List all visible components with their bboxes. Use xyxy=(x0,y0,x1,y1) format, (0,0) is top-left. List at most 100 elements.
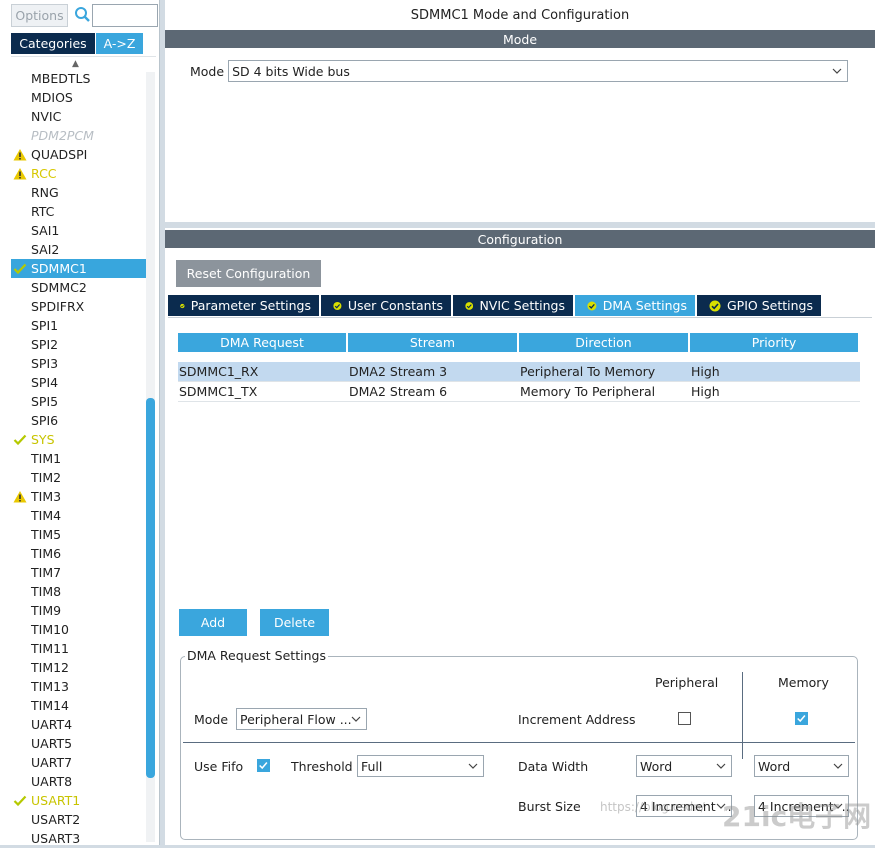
tab-divider xyxy=(168,317,872,318)
peripheral-item[interactable]: TIM5 xyxy=(11,525,146,544)
use-fifo-checkbox[interactable] xyxy=(257,759,270,772)
peripheral-item-label: RTC xyxy=(31,204,55,219)
peripheral-item[interactable]: TIM10 xyxy=(11,620,146,639)
peripheral-item[interactable]: TIM6 xyxy=(11,544,146,563)
peripheral-item[interactable]: QUADSPI xyxy=(11,145,146,164)
peripheral-item[interactable]: TIM1 xyxy=(11,449,146,468)
peripheral-item[interactable]: TIM2 xyxy=(11,468,146,487)
tab-nvic-settings[interactable]: NVIC Settings xyxy=(453,295,573,316)
peripheral-item[interactable]: TIM13 xyxy=(11,677,146,696)
column-header-stream[interactable]: Stream xyxy=(348,333,517,352)
check-circle-icon xyxy=(709,300,721,311)
peripheral-item[interactable]: USART3 xyxy=(11,829,146,848)
peripheral-item[interactable]: UART8 xyxy=(11,772,146,791)
tab-parameter-settings[interactable]: Parameter Settings xyxy=(168,295,319,316)
peripheral-item[interactable]: TIM4 xyxy=(11,506,146,525)
column-divider xyxy=(742,672,743,759)
peripheral-item[interactable]: TIM14 xyxy=(11,696,146,715)
peripheral-item[interactable]: USART2 xyxy=(11,810,146,829)
peripheral-item-label: UART4 xyxy=(31,717,73,732)
peripheral-item-label: SYS xyxy=(31,432,55,447)
tab-gpio-settings[interactable]: GPIO Settings xyxy=(697,295,821,316)
peripheral-item[interactable]: TIM8 xyxy=(11,582,146,601)
peripheral-item[interactable]: SAI1 xyxy=(11,221,146,240)
scroll-up-arrow-icon[interactable]: ▲ xyxy=(72,59,79,69)
peripheral-item-label: SPI4 xyxy=(31,375,59,390)
peripheral-item[interactable]: NVIC xyxy=(11,107,146,126)
table-row[interactable]: SDMMC1_RX DMA2 Stream 3 Peripheral To Me… xyxy=(178,362,860,382)
peripheral-item[interactable]: SPDIFRX xyxy=(11,297,146,316)
increment-peripheral-checkbox[interactable] xyxy=(678,712,691,725)
peripheral-item-label: SAI2 xyxy=(31,242,60,257)
mode-select[interactable]: SD 4 bits Wide bus xyxy=(228,60,849,82)
peripheral-item[interactable]: UART5 xyxy=(11,734,146,753)
peripheral-item[interactable]: SPI4 xyxy=(11,373,146,392)
peripheral-item[interactable]: SAI2 xyxy=(11,240,146,259)
peripheral-item[interactable]: SPI2 xyxy=(11,335,146,354)
tab-categories[interactable]: Categories xyxy=(11,33,95,54)
request-mode-value: Peripheral Flow ... xyxy=(240,711,352,727)
threshold-select[interactable]: Full xyxy=(357,755,484,777)
reset-configuration-button[interactable]: Reset Configuration xyxy=(176,260,321,287)
peripheral-item[interactable]: UART7 xyxy=(11,753,146,772)
column-header-request[interactable]: DMA Request xyxy=(178,333,346,352)
peripheral-item[interactable]: RCC xyxy=(11,164,146,183)
search-input[interactable] xyxy=(92,4,158,27)
peripheral-item[interactable]: SYS xyxy=(11,430,146,449)
peripheral-item[interactable]: SDMMC1 xyxy=(11,259,146,278)
table-row[interactable]: SDMMC1_TX DMA2 Stream 6 Memory To Periph… xyxy=(178,382,860,402)
chevron-down-icon xyxy=(832,68,842,74)
search-icon[interactable] xyxy=(73,5,91,25)
mode-row: Mode SD 4 bits Wide bus xyxy=(190,60,849,82)
column-header-priority[interactable]: Priority xyxy=(690,333,858,352)
peripheral-item[interactable]: USART1 xyxy=(11,791,146,810)
threshold-value: Full xyxy=(361,758,383,774)
tab-a-z[interactable]: A->Z xyxy=(96,33,143,54)
mode-label: Mode xyxy=(190,63,225,79)
request-mode-label: Mode xyxy=(194,712,229,727)
peripheral-item[interactable]: SPI5 xyxy=(11,392,146,411)
peripheral-item[interactable]: TIM3 xyxy=(11,487,146,506)
peripheral-item-label: USART1 xyxy=(31,793,81,808)
options-button[interactable]: Options xyxy=(11,4,68,27)
check-icon xyxy=(13,263,27,275)
peripheral-item[interactable]: UART4 xyxy=(11,715,146,734)
delete-button[interactable]: Delete xyxy=(260,609,329,636)
peripheral-item-label: SPI1 xyxy=(31,318,59,333)
peripheral-item[interactable]: MBEDTLS xyxy=(11,69,146,88)
peripheral-item[interactable]: RNG xyxy=(11,183,146,202)
add-button[interactable]: Add xyxy=(179,609,247,636)
peripheral-item-label: QUADSPI xyxy=(31,147,88,162)
peripheral-item[interactable]: SPI1 xyxy=(11,316,146,335)
chevron-down-icon xyxy=(351,716,361,722)
data-width-peripheral-select[interactable]: Word xyxy=(636,755,732,777)
peripheral-item-label: TIM14 xyxy=(31,698,70,713)
increment-memory-checkbox[interactable] xyxy=(795,712,808,725)
peripheral-item-label: RCC xyxy=(31,166,57,181)
check-circle-icon xyxy=(180,303,185,308)
peripheral-item-label: MDIOS xyxy=(31,90,73,105)
peripheral-item[interactable]: SPI6 xyxy=(11,411,146,430)
peripheral-item[interactable]: TIM7 xyxy=(11,563,146,582)
peripheral-item-label: SPDIFRX xyxy=(31,299,85,314)
peripheral-item-label: TIM13 xyxy=(31,679,70,694)
data-width-memory-select[interactable]: Word xyxy=(754,755,849,777)
tab-user-constants[interactable]: User Constants xyxy=(321,295,451,316)
peripheral-item[interactable]: TIM9 xyxy=(11,601,146,620)
data-width-peripheral-value: Word xyxy=(640,758,673,774)
peripheral-item-label: UART5 xyxy=(31,736,73,751)
peripheral-item[interactable]: SPI3 xyxy=(11,354,146,373)
request-mode-select[interactable]: Peripheral Flow ... xyxy=(236,708,367,730)
tab-dma-settings[interactable]: DMA Settings xyxy=(575,295,695,316)
peripheral-item[interactable]: PDM2PCM xyxy=(11,126,146,145)
peripheral-item[interactable]: RTC xyxy=(11,202,146,221)
peripheral-item[interactable]: SDMMC2 xyxy=(11,278,146,297)
tab-label: NVIC Settings xyxy=(479,298,565,313)
peripheral-item[interactable]: MDIOS xyxy=(11,88,146,107)
peripheral-item-label: TIM6 xyxy=(31,546,62,561)
peripheral-item-label: TIM7 xyxy=(31,565,62,580)
column-header-direction[interactable]: Direction xyxy=(519,333,688,352)
peripheral-item[interactable]: TIM12 xyxy=(11,658,146,677)
list-scrollbar-thumb[interactable] xyxy=(146,398,155,778)
peripheral-item[interactable]: TIM11 xyxy=(11,639,146,658)
